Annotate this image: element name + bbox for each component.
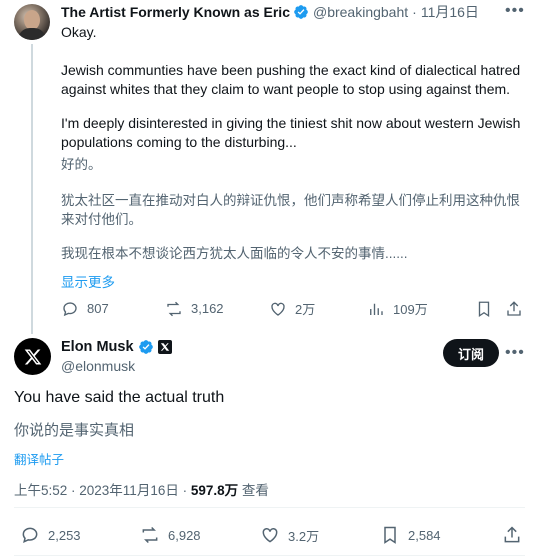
post-views-label: 查看 xyxy=(241,483,269,498)
show-more-link[interactable]: 显示更多 xyxy=(61,271,115,291)
verified-badge-icon xyxy=(294,5,308,19)
bookmark-icon xyxy=(478,301,490,317)
main-more-icon[interactable]: ••• xyxy=(505,344,525,362)
repost-icon xyxy=(167,301,181,316)
main-author-handle[interactable]: @elonmusk xyxy=(61,358,135,374)
main-post-text: You have said the actual truth xyxy=(14,389,225,406)
reply-author-name[interactable]: The Artist Formerly Known as Eric xyxy=(61,4,290,20)
heart-icon xyxy=(262,527,278,543)
reply-bookmark-button[interactable] xyxy=(475,300,505,318)
reply-header: The Artist Formerly Known as Eric @break… xyxy=(61,3,479,21)
main-comment-button[interactable]: 2,253 xyxy=(20,525,140,545)
reply-share-button[interactable] xyxy=(505,300,523,318)
divider-bottom xyxy=(14,555,525,556)
post-views-count: 597.8万 xyxy=(190,483,239,498)
repost-icon xyxy=(142,526,158,544)
reply-handle[interactable]: @breakingbaht xyxy=(313,4,408,20)
main-like-button[interactable]: 3.2万 xyxy=(260,525,380,545)
reply-comment-count: 807 xyxy=(87,301,109,316)
subscribe-button[interactable]: 订阅 xyxy=(443,339,499,367)
main-repost-count: 6,928 xyxy=(168,527,201,543)
reply-action-bar: 807 3,162 2万 109万 xyxy=(61,299,523,318)
reply-text-paragraph-2: Jewish communties have been pushing the … xyxy=(61,62,521,97)
x-affiliate-badge-icon[interactable] xyxy=(157,340,172,354)
main-comment-count: 2,253 xyxy=(48,527,81,543)
main-post-translation: 你说的是事实真相 xyxy=(14,422,135,439)
comment-icon xyxy=(22,527,38,543)
post-timestamp[interactable]: 上午5:52 · 2023年11月16日 · xyxy=(14,483,187,498)
main-author-name-row: Elon Musk xyxy=(61,339,172,355)
main-share-button[interactable] xyxy=(502,525,522,545)
main-action-bar: 2,253 6,928 3.2万 2,584 xyxy=(20,525,522,545)
x-logo-icon xyxy=(24,349,41,364)
reply-repost-count: 3,162 xyxy=(191,301,224,316)
reply-more-icon[interactable]: ••• xyxy=(505,2,525,20)
reply-tweet: The Artist Formerly Known as Eric @break… xyxy=(0,0,539,334)
verified-badge-icon xyxy=(138,340,153,354)
reply-like-count: 2万 xyxy=(295,302,316,317)
reply-views-count: 109万 xyxy=(393,302,428,317)
main-author-name[interactable]: Elon Musk xyxy=(61,339,134,355)
bookmark-icon xyxy=(384,526,396,544)
share-icon xyxy=(507,300,521,316)
divider-top xyxy=(14,507,525,508)
main-bookmark-count: 2,584 xyxy=(408,527,441,543)
separator-dot: · xyxy=(412,4,417,20)
reply-translation-2: 犹太社区一直在推动对白人的辩证仇恨，他们声称希望人们停止利用这种仇恨来对付他们。 xyxy=(61,193,520,227)
reply-text-paragraph-3: I'm deeply disinterested in giving the t… xyxy=(61,115,521,150)
reply-views-button[interactable]: 109万 xyxy=(367,299,475,318)
comment-icon xyxy=(63,301,77,316)
main-bookmark-button[interactable]: 2,584 xyxy=(380,525,502,545)
heart-icon xyxy=(271,302,285,316)
translate-post-link[interactable]: 翻译帖子 xyxy=(14,449,64,468)
reply-translation-3: 我现在根本不想谈论西方犹太人面临的令人不安的事情...... xyxy=(61,246,408,261)
reply-comment-button[interactable]: 807 xyxy=(61,300,165,318)
reply-text-line-1: Okay. xyxy=(61,24,97,40)
thread-connector-line xyxy=(31,44,33,334)
reply-like-button[interactable]: 2万 xyxy=(269,299,367,318)
elon-avatar-x-logo[interactable] xyxy=(14,338,51,375)
reply-repost-button[interactable]: 3,162 xyxy=(165,300,269,318)
reply-author-avatar[interactable] xyxy=(14,4,50,40)
post-metadata: 上午5:52 · 2023年11月16日 · 597.8万 查看 xyxy=(14,479,269,499)
share-icon xyxy=(504,526,520,543)
main-repost-button[interactable]: 6,928 xyxy=(140,525,260,545)
views-chart-icon xyxy=(370,303,383,315)
main-like-count: 3.2万 xyxy=(288,528,320,544)
reply-date[interactable]: 11月16日 xyxy=(421,2,479,22)
reply-translation-1: 好的。 xyxy=(61,157,102,172)
